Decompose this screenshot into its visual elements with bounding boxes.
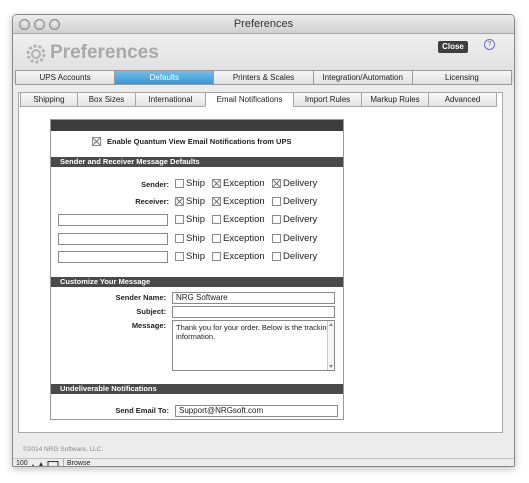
sender-ship-label: Ship xyxy=(186,178,206,189)
receiver-delivery-checkbox[interactable] xyxy=(272,197,281,206)
status-bar: 100 Browse xyxy=(13,458,514,467)
recipient-1-ship-label: Ship xyxy=(186,214,206,225)
tab-printers-scales[interactable]: Printers & Scales xyxy=(213,70,313,85)
tab-licensing[interactable]: Licensing xyxy=(411,70,513,85)
enable-notifications-label: Enable Quantum View Email Notifications … xyxy=(107,137,292,146)
send-email-to-label: Send Email To: xyxy=(115,406,169,415)
title-bar: Preferences xyxy=(13,15,514,34)
scroll-down-icon[interactable] xyxy=(329,365,333,368)
mode-indicator[interactable]: Browse xyxy=(63,459,106,466)
recipient-email-field-2[interactable] xyxy=(58,233,168,245)
sender-name-field[interactable]: NRG Software xyxy=(172,292,335,304)
undeliverable-email-field[interactable]: Support@NRGsoft.com xyxy=(175,405,338,417)
main-tab-bar: UPS Accounts Defaults Printers & Scales … xyxy=(15,70,513,85)
copyright: ©2014 NRG Software, LLC. xyxy=(23,446,104,453)
receiver-exception-checkbox[interactable] xyxy=(212,197,221,206)
help-icon[interactable]: ? xyxy=(484,39,495,50)
close-button[interactable]: Close xyxy=(438,41,468,53)
subtab-import-rules[interactable]: Import Rules xyxy=(293,92,361,107)
sender-delivery-label: Delivery xyxy=(283,178,318,189)
receiver-ship-label: Ship xyxy=(186,196,206,207)
recipient-email-field-1[interactable] xyxy=(58,214,168,226)
subject-field[interactable] xyxy=(172,306,335,318)
subtab-shipping[interactable]: Shipping xyxy=(20,92,77,107)
recipient-3-delivery-label: Delivery xyxy=(283,251,318,262)
receiver-row-label: Receiver: xyxy=(135,197,169,206)
message-textarea[interactable]: Thank you for your order. Below is the t… xyxy=(172,320,335,371)
sender-name-label: Sender Name: xyxy=(115,293,166,302)
section-undeliverable: Undeliverable Notifications xyxy=(51,384,343,394)
receiver-ship-checkbox[interactable] xyxy=(175,197,184,206)
recipient-1-exception-checkbox[interactable] xyxy=(212,215,221,224)
recipient-1-delivery-label: Delivery xyxy=(283,214,318,225)
sender-delivery-checkbox[interactable] xyxy=(272,179,281,188)
zoom-level[interactable]: 100 xyxy=(16,459,28,466)
recipient-3-ship-label: Ship xyxy=(186,251,206,262)
message-label: Message: xyxy=(131,321,166,330)
recipient-2-exception-checkbox[interactable] xyxy=(212,234,221,243)
subtab-box-sizes[interactable]: Box Sizes xyxy=(77,92,135,107)
section-customize-message: Customize Your Message xyxy=(51,277,343,287)
receiver-delivery-label: Delivery xyxy=(283,196,318,207)
recipient-1-delivery-checkbox[interactable] xyxy=(272,215,281,224)
sender-exception-label: Exception xyxy=(223,178,265,189)
page-title: Preferences xyxy=(50,42,159,63)
subtab-email-notifications[interactable]: Email Notifications xyxy=(205,92,293,107)
recipient-2-ship-checkbox[interactable] xyxy=(175,234,184,243)
subtab-markup-rules[interactable]: Markup Rules xyxy=(361,92,428,107)
recipient-3-exception-label: Exception xyxy=(223,251,265,262)
message-scrollbar[interactable] xyxy=(327,321,334,370)
recipient-3-ship-checkbox[interactable] xyxy=(175,252,184,261)
subject-label: Subject: xyxy=(136,307,166,316)
recipient-email-field-3[interactable] xyxy=(58,251,168,263)
recipient-2-exception-label: Exception xyxy=(223,233,265,244)
section-sender-receiver: Sender and Receiver Message Defaults xyxy=(51,157,343,167)
sub-tab-bar: Shipping Box Sizes International Email N… xyxy=(20,92,497,107)
zoom-controls-icon[interactable] xyxy=(30,461,60,467)
receiver-exception-label: Exception xyxy=(223,196,265,207)
sender-row-label: Sender: xyxy=(141,180,169,189)
recipient-2-delivery-checkbox[interactable] xyxy=(272,234,281,243)
tab-ups-accounts[interactable]: UPS Accounts xyxy=(15,70,115,85)
enable-notifications-checkbox[interactable] xyxy=(92,137,101,146)
sender-ship-checkbox[interactable] xyxy=(175,179,184,188)
recipient-2-ship-label: Ship xyxy=(186,233,206,244)
gear-icon xyxy=(26,44,46,64)
recipient-1-exception-label: Exception xyxy=(223,214,265,225)
recipient-3-delivery-checkbox[interactable] xyxy=(272,252,281,261)
recipient-2-delivery-label: Delivery xyxy=(283,233,318,244)
subtab-international[interactable]: International xyxy=(135,92,205,107)
sender-exception-checkbox[interactable] xyxy=(212,179,221,188)
scroll-up-icon[interactable] xyxy=(329,323,333,326)
tab-defaults[interactable]: Defaults xyxy=(114,70,214,85)
recipient-3-exception-checkbox[interactable] xyxy=(212,252,221,261)
preferences-window: Preferences Preferences Close ? UPS Acco… xyxy=(12,14,515,467)
message-text: Thank you for your order. Below is the t… xyxy=(176,323,331,341)
email-notifications-form: Enable Quantum View Email Notifications … xyxy=(50,119,344,420)
recipient-1-ship-checkbox[interactable] xyxy=(175,215,184,224)
window-title: Preferences xyxy=(233,18,294,30)
tab-integration-automation[interactable]: Integration/Automation xyxy=(312,70,412,85)
form-top-bar xyxy=(51,120,343,131)
subtab-advanced[interactable]: Advanced xyxy=(428,92,497,107)
